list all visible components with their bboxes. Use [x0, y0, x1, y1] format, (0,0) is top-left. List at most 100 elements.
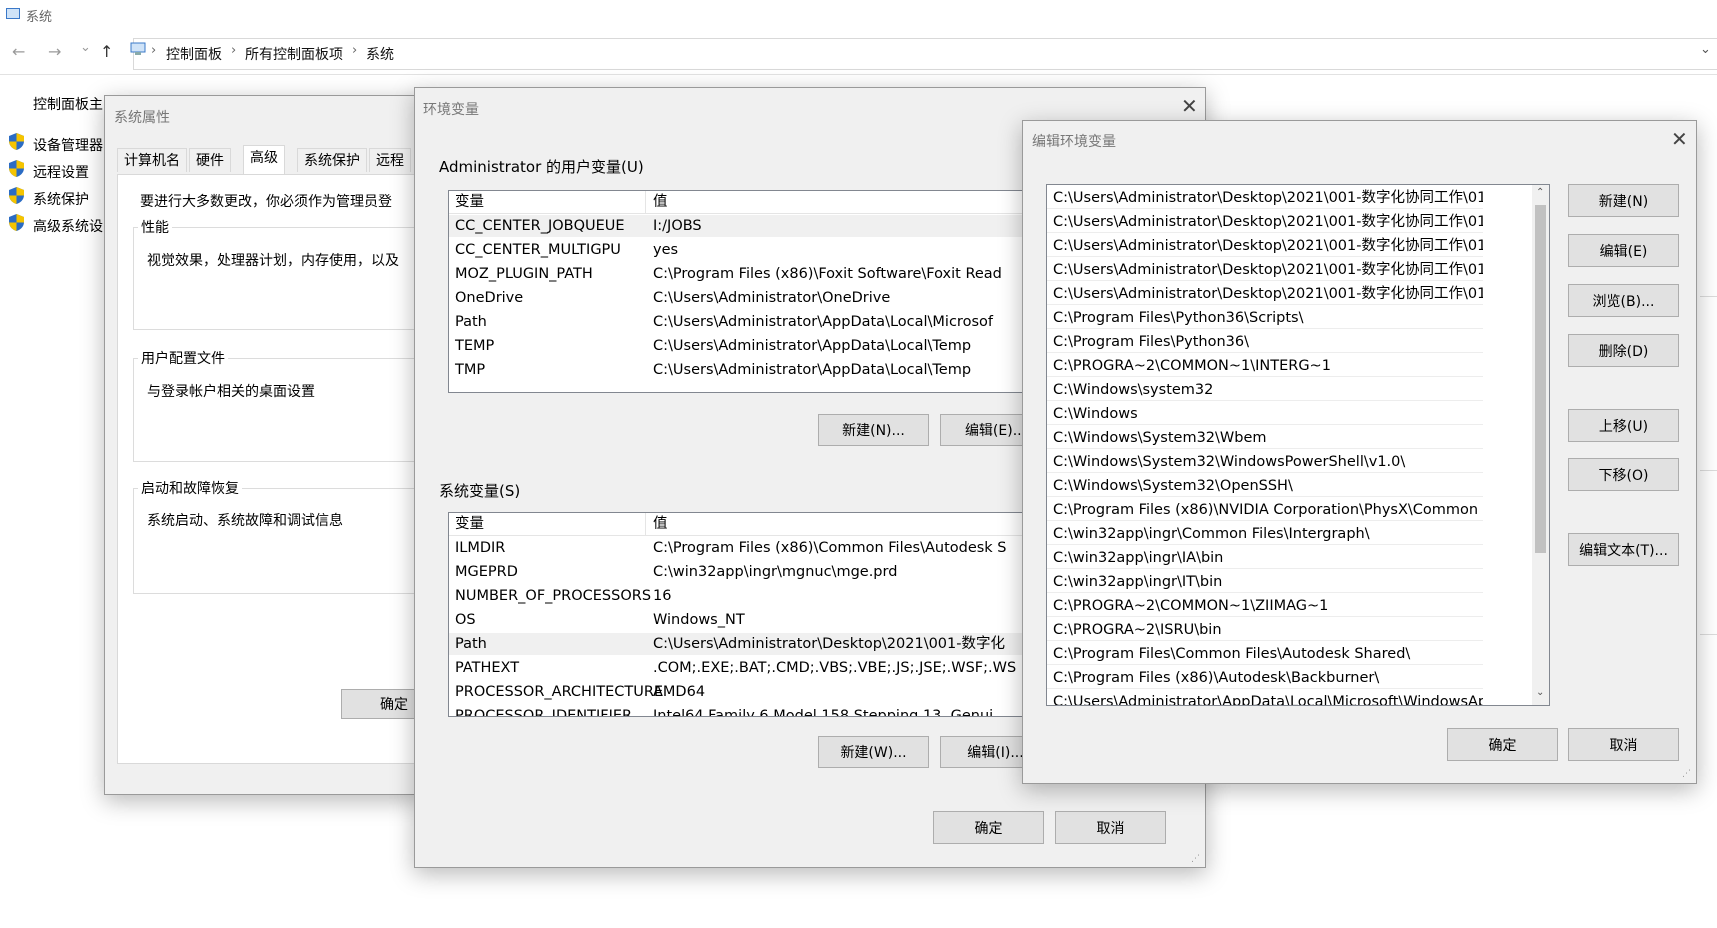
system-new-button[interactable]: 新建(W)...	[818, 736, 929, 768]
edit-new-button[interactable]: 新建(N)	[1568, 184, 1679, 217]
divider	[1700, 296, 1717, 297]
col-header-variable[interactable]: 变量	[455, 191, 484, 213]
col-header-value[interactable]: 值	[653, 191, 668, 213]
table-row[interactable]: OneDrive C:\Users\Administrator\OneDrive	[449, 287, 1047, 309]
list-item[interactable]: C:\Users\Administrator\Desktop\2021\001-…	[1047, 211, 1483, 233]
table-row[interactable]: MOZ_PLUGIN_PATH C:\Program Files (x86)\Fo…	[449, 263, 1047, 285]
list-item[interactable]: C:\Program Files\Common Files\Autodesk S…	[1047, 643, 1483, 665]
remote-settings-link[interactable]: 远程设置	[33, 162, 89, 182]
system-protection-link[interactable]: 系统保护	[33, 189, 89, 209]
edit-ok-button[interactable]: 确定	[1447, 728, 1558, 761]
list-item[interactable]: C:\Windows\System32\Wbem	[1047, 427, 1483, 449]
resize-grip-icon[interactable]: ⋰	[1191, 854, 1200, 864]
shield-icon	[9, 133, 24, 150]
list-item[interactable]: C:\Users\Administrator\Desktop\2021\001-…	[1047, 235, 1483, 257]
table-row[interactable]: ILMDIR C:\Program Files (x86)\Common File…	[449, 537, 1047, 559]
back-arrow-icon[interactable]: ←	[12, 42, 25, 61]
table-row[interactable]: TEMP C:\Users\Administrator\AppData\Local…	[449, 335, 1047, 357]
path-entries-list[interactable]: C:\Users\Administrator\Desktop\2021\001-…	[1046, 184, 1550, 706]
system-app-icon	[6, 8, 20, 19]
move-down-button[interactable]: 下移(O)	[1568, 458, 1679, 491]
startup-recovery-group	[133, 488, 423, 594]
move-up-button[interactable]: 上移(U)	[1568, 409, 1679, 442]
table-row[interactable]: Path C:\Users\Administrator\AppData\Local…	[449, 311, 1047, 333]
scrollbar[interactable]: ⌃ ⌄	[1532, 185, 1549, 705]
control-panel-home-link[interactable]: 控制面板主	[33, 94, 103, 114]
variable-value-cell: I:/JOBS	[653, 218, 702, 234]
resize-grip-icon[interactable]: ⋰	[1682, 769, 1691, 779]
list-item[interactable]: C:\PROGRA~2\COMMON~1\INTERG~1	[1047, 355, 1483, 377]
list-item[interactable]: C:\win32app\ingr\IT\bin	[1047, 571, 1483, 593]
table-row[interactable]: PROCESSOR_ARCHITECTURE AMD64	[449, 681, 1047, 703]
scroll-down-chevron-icon[interactable]: ⌄	[1536, 687, 1544, 698]
user-profiles-group	[133, 358, 423, 462]
list-item[interactable]: C:\Program Files (x86)\NVIDIA Corporatio…	[1047, 499, 1483, 521]
tab-hardware[interactable]: 硬件	[189, 148, 231, 172]
table-row[interactable]: MGEPRD C:\win32app\ingr\mgnuc\mge.prd	[449, 561, 1047, 583]
table-row[interactable]: CC_CENTER_MULTIGPU yes	[449, 239, 1047, 261]
close-icon[interactable]: ✕	[1671, 127, 1688, 151]
tab-computer-name[interactable]: 计算机名	[117, 148, 187, 172]
list-item[interactable]: C:\Windows\System32\WindowsPowerShell\v1…	[1047, 451, 1483, 473]
tab-system-protection[interactable]: 系统保护	[297, 148, 367, 172]
scrollbar-thumb[interactable]	[1535, 205, 1546, 553]
col-header-variable[interactable]: 变量	[455, 513, 484, 535]
table-row[interactable]: NUMBER_OF_PROCESSORS 16	[449, 585, 1047, 607]
user-vars-table[interactable]: 变量 值 CC_CENTER_JOBQUEUE I:/JOBS CC_CENTER…	[448, 190, 1048, 393]
recent-locations-chevron-icon[interactable]: ⌄	[80, 40, 91, 55]
user-new-button[interactable]: 新建(N)...	[818, 414, 929, 446]
list-item[interactable]: C:\Users\Administrator\AppData\Local\Mic…	[1047, 691, 1483, 705]
env-cancel-button[interactable]: 取消	[1055, 811, 1166, 844]
variable-name-cell: TEMP	[455, 338, 495, 354]
shield-icon	[9, 187, 24, 204]
shield-icon	[9, 160, 24, 177]
variable-name-cell: PROCESSOR_IDENTIFIER	[455, 708, 633, 717]
list-item[interactable]: C:\PROGRA~2\ISRU\bin	[1047, 619, 1483, 641]
variable-value-cell: AMD64	[653, 684, 706, 700]
table-row[interactable]: PATHEXT .COM;.EXE;.BAT;.CMD;.VBS;.VBE;.JS…	[449, 657, 1047, 679]
list-item[interactable]: C:\Program Files\Python36\Scripts\	[1047, 307, 1483, 329]
env-ok-button[interactable]: 确定	[933, 811, 1044, 844]
forward-arrow-icon[interactable]: →	[48, 42, 61, 61]
scroll-up-chevron-icon[interactable]: ⌃	[1536, 187, 1544, 198]
list-item[interactable]: C:\Windows	[1047, 403, 1483, 425]
table-row-selected[interactable]: Path C:\Users\Administrator\Desktop\2021\…	[449, 633, 1047, 655]
tab-remote[interactable]: 远程	[369, 148, 411, 172]
list-item[interactable]: C:\Users\Administrator\Desktop\2021\001-…	[1047, 259, 1483, 281]
tab-advanced[interactable]: 高级	[243, 145, 285, 174]
table-row[interactable]: TMP C:\Users\Administrator\AppData\Local\…	[449, 359, 1047, 381]
list-item[interactable]: C:\win32app\ingr\Common Files\Intergraph…	[1047, 523, 1483, 545]
edit-text-button[interactable]: 编辑文本(T)...	[1568, 533, 1679, 566]
edit-edit-button[interactable]: 编辑(E)	[1568, 234, 1679, 267]
list-item[interactable]: C:\Users\Administrator\Desktop\2021\001-…	[1047, 187, 1483, 209]
close-icon[interactable]: ✕	[1181, 94, 1198, 118]
variable-name-cell: ILMDIR	[455, 540, 506, 556]
table-row[interactable]: PROCESSOR_IDENTIFIER Intel64 Family 6 Mod…	[449, 705, 1047, 717]
breadcrumb-separator: ›	[231, 43, 237, 58]
advanced-system-settings-link[interactable]: 高级系统设	[33, 216, 103, 236]
table-row[interactable]: OS Windows_NT	[449, 609, 1047, 631]
up-arrow-icon[interactable]: ↑	[100, 42, 113, 61]
list-item[interactable]: C:\PROGRA~2\COMMON~1\ZIIMAG~1	[1047, 595, 1483, 617]
device-manager-link[interactable]: 设备管理器	[33, 135, 103, 155]
col-header-value[interactable]: 值	[653, 513, 668, 535]
list-item[interactable]: C:\Program Files\Python36\	[1047, 331, 1483, 353]
list-item[interactable]: C:\Windows\system32	[1047, 379, 1483, 401]
variable-value-cell: C:\win32app\ingr\mgnuc\mge.prd	[653, 564, 898, 580]
table-row[interactable]: CC_CENTER_JOBQUEUE I:/JOBS	[449, 215, 1047, 237]
address-dropdown-icon[interactable]: ⌄	[1700, 42, 1711, 57]
edit-browse-button[interactable]: 浏览(B)...	[1568, 284, 1679, 317]
list-item[interactable]: C:\Users\Administrator\Desktop\2021\001-…	[1047, 283, 1483, 305]
list-item[interactable]: C:\Windows\System32\OpenSSH\	[1047, 475, 1483, 497]
startup-recovery-desc: 系统启动、系统故障和调试信息	[147, 513, 343, 529]
edit-cancel-button[interactable]: 取消	[1568, 728, 1679, 761]
variable-value-cell: .COM;.EXE;.BAT;.CMD;.VBS;.VBE;.JS;.JSE;.…	[653, 660, 1017, 676]
system-vars-table[interactable]: 变量 值 ILMDIR C:\Program Files (x86)\Common…	[448, 512, 1048, 717]
edit-delete-button[interactable]: 删除(D)	[1568, 334, 1679, 367]
breadcrumb-all-items[interactable]: 所有控制面板项	[245, 44, 343, 64]
list-item[interactable]: C:\Program Files (x86)\Autodesk\Backburn…	[1047, 667, 1483, 689]
list-item[interactable]: C:\win32app\ingr\IA\bin	[1047, 547, 1483, 569]
breadcrumb-control-panel[interactable]: 控制面板	[166, 44, 222, 64]
breadcrumb-system[interactable]: 系统	[366, 44, 394, 64]
table-header: 变量 值	[449, 191, 1047, 214]
